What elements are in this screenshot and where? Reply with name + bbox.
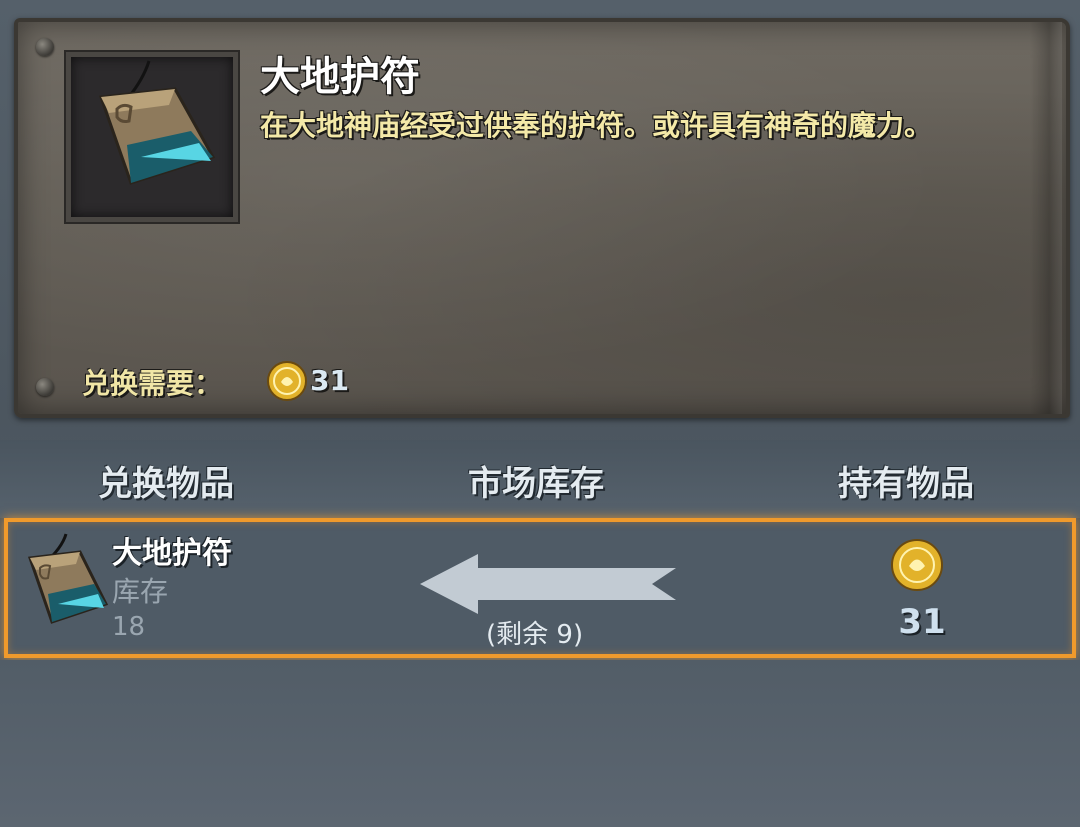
trade-price: 31 [898,602,946,642]
remaining-count: (剩余 9) [486,620,584,650]
item-info-panel: 大地护符 在大地神庙经受过供奉的护符。或许具有神奇的魔力。 兑换需要： 31 [14,18,1070,418]
parchment-curl [1030,22,1062,414]
earth-amulet-icon [98,60,216,185]
rivet-icon [36,378,54,396]
item-icon-frame [66,52,238,222]
item-title: 大地护符 [260,54,420,100]
item-description: 在大地神庙经受过供奉的护符。或许具有神奇的魔力。 [260,109,933,142]
trade-screen: 大地护符 在大地神庙经受过供奉的护符。或许具有神奇的魔力。 兑换需要： 31 兑… [0,0,1080,827]
column-header-bar: 兑换物品 市场库存 持有物品 [0,440,1080,518]
gold-coin-icon [891,539,943,591]
stock-label: 库存 [112,575,169,608]
column-header-owned-items: 持有物品 [838,464,974,504]
column-header-market-stock: 市场库存 [468,464,604,504]
gold-coin-icon [267,361,307,401]
trade-item-name: 大地护符 [112,536,232,571]
cost-label: 兑换需要： [82,367,223,400]
stock-value: 18 [112,612,146,642]
trade-row[interactable]: 大地护符 库存 18 (剩余 9) 31 [4,518,1076,658]
rivet-icon [36,38,54,56]
cost-value: 31 [310,364,349,397]
earth-amulet-icon [27,533,109,624]
left-arrow-icon [420,554,676,614]
empty-list-area [0,660,1080,827]
column-header-exchange-item: 兑换物品 [98,464,234,504]
